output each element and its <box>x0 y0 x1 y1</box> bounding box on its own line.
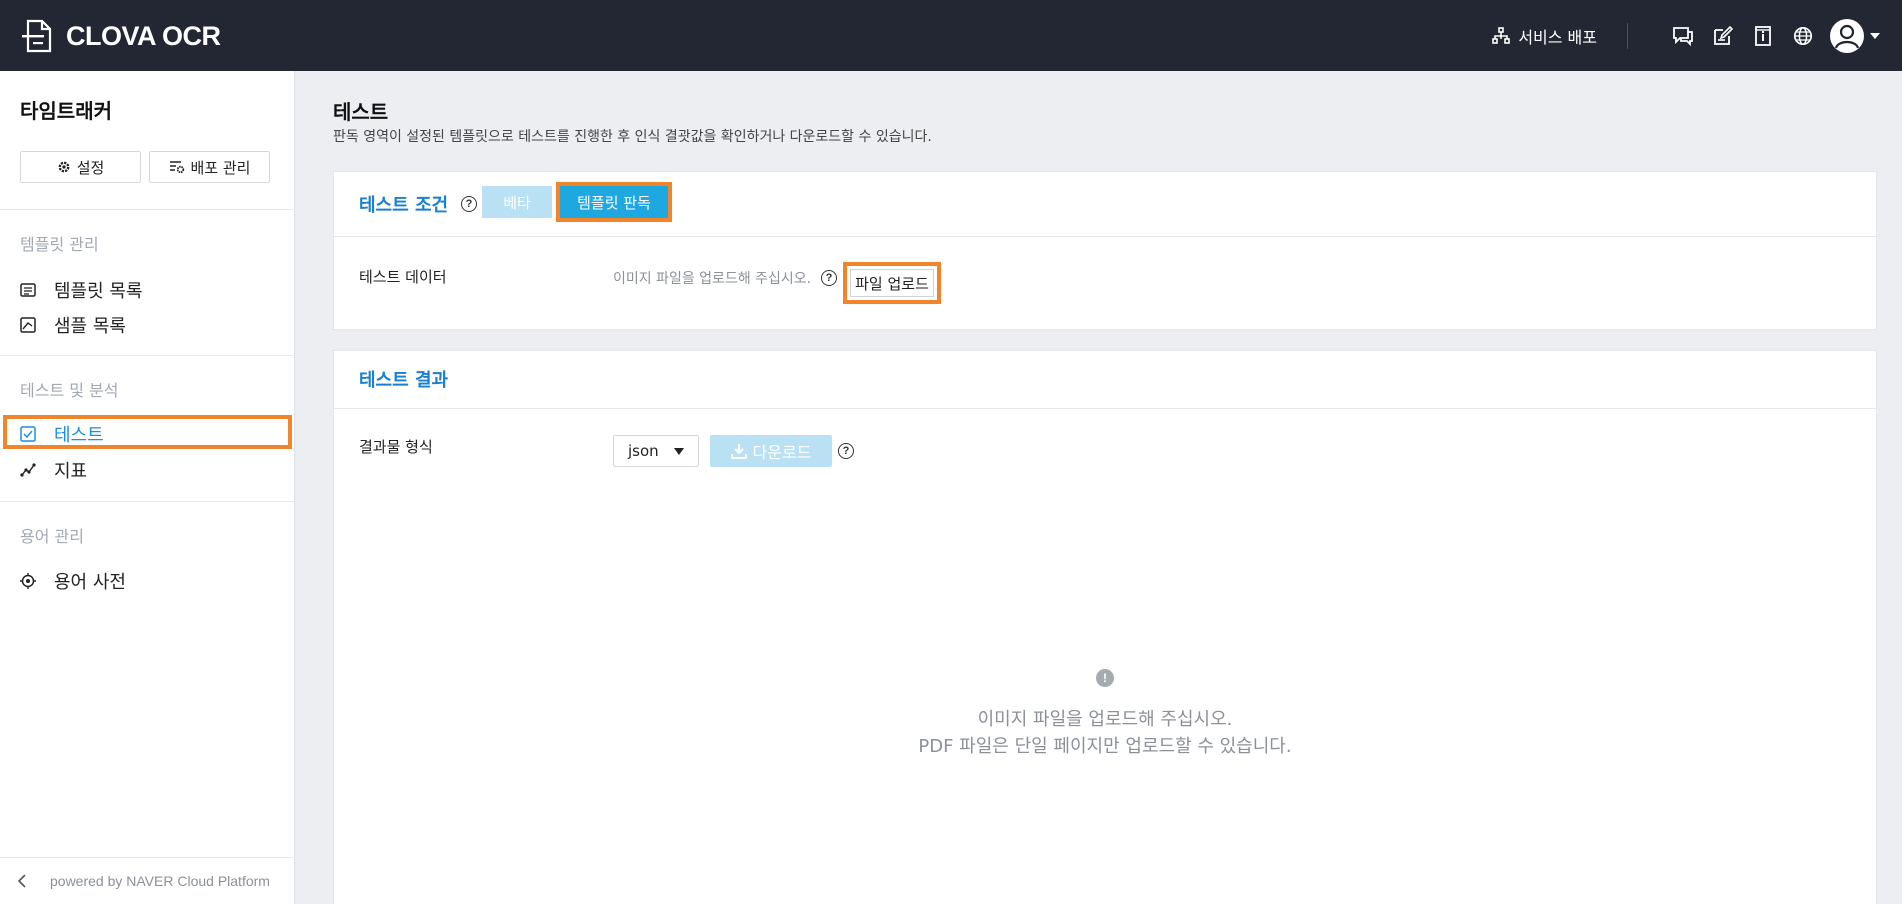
sidebar-divider <box>0 501 295 502</box>
service-deploy-label: 서비스 배포 <box>1518 27 1597 47</box>
empty-state-line2: PDF 파일은 단일 페이지만 업로드할 수 있습니다. <box>918 736 1292 757</box>
sidebar-item-label: 템플릿 목록 <box>54 281 143 302</box>
top-navigation-bar: CLOVA OCR 서비스 배포 <box>0 0 1902 71</box>
help-icon[interactable]: ? <box>838 443 854 459</box>
settings-button[interactable]: 설정 <box>20 151 141 183</box>
panel-header <box>334 351 1876 409</box>
download-label: 다운로드 <box>752 443 812 462</box>
section-test-analysis: 테스트 및 분석 <box>20 381 119 400</box>
empty-state-line1: 이미지 파일을 업로드해 주십시오. <box>977 709 1233 730</box>
edit-icon[interactable] <box>1712 25 1734 47</box>
sidebar-item-dictionary[interactable]: 용어 사전 <box>20 568 126 594</box>
user-avatar-icon <box>1830 18 1864 53</box>
result-format-select[interactable]: json <box>613 435 699 467</box>
test-conditions-title: 테스트 조건 <box>359 195 449 216</box>
deploy-manage-label: 배포 관리 <box>190 158 251 177</box>
download-button[interactable]: 다운로드 <box>710 435 832 467</box>
highlight-box-test <box>3 415 292 449</box>
list-settings-icon <box>169 161 184 174</box>
powered-by-text: powered by NAVER Cloud Platform <box>50 873 270 889</box>
brand[interactable]: CLOVA OCR <box>20 18 221 54</box>
user-menu[interactable] <box>1830 18 1880 53</box>
sidebar-item-metrics[interactable]: 지표 <box>20 457 87 483</box>
sidebar-item-label: 지표 <box>54 461 88 482</box>
highlight-box-template <box>556 182 672 222</box>
caret-down-icon <box>674 448 684 455</box>
project-title: 타임트래커 <box>20 99 112 123</box>
test-conditions-panel: 테스트 조건 ? 베타 템플릿 판독 테스트 데이터 이미지 파일을 업로드해 … <box>333 171 1877 330</box>
highlight-box-upload <box>843 262 941 304</box>
chat-icon[interactable] <box>1672 25 1694 47</box>
chevron-down-icon <box>1870 32 1880 39</box>
result-format-value: json <box>628 442 659 460</box>
brand-name: CLOVA OCR <box>66 20 221 51</box>
target-icon <box>20 573 36 589</box>
line-graph-icon <box>20 462 36 478</box>
document-list-icon <box>20 282 36 298</box>
sidebar-item-label: 용어 사전 <box>54 572 126 593</box>
test-data-label: 테스트 데이터 <box>359 268 447 286</box>
clova-ocr-logo-icon <box>22 19 52 53</box>
beta-toggle-button[interactable]: 베타 <box>482 186 552 218</box>
sidebar-divider <box>0 209 295 210</box>
download-icon <box>730 444 747 459</box>
gear-icon <box>58 161 70 173</box>
sidebar-footer: powered by NAVER Cloud Platform <box>0 857 295 904</box>
sidebar: 타임트래커 설정 배포 관리 템플릿 관리 템플릿 목록 샘플 목록 테스트 및… <box>0 71 295 904</box>
help-icon[interactable]: ? <box>461 196 477 212</box>
sidebar-item-label: 샘플 목록 <box>54 316 126 337</box>
sidebar-item-sample-list[interactable]: 샘플 목록 <box>20 312 126 338</box>
test-results-panel: 테스트 결과 결과물 형식 json 다운로드 ? <box>333 350 1877 904</box>
info-book-icon[interactable] <box>1752 25 1774 47</box>
sidebar-item-template-list[interactable]: 템플릿 목록 <box>20 277 143 303</box>
sidebar-divider <box>0 355 295 356</box>
page-title: 테스트 <box>333 100 389 124</box>
deploy-manage-button[interactable]: 배포 관리 <box>149 151 270 183</box>
section-term-manage: 용어 관리 <box>20 527 84 546</box>
section-template-manage: 템플릿 관리 <box>20 235 99 254</box>
header-divider <box>1627 22 1628 49</box>
service-deploy-button[interactable]: 서비스 배포 <box>1492 24 1597 48</box>
image-sample-icon <box>20 317 36 333</box>
test-results-title: 테스트 결과 <box>359 370 449 391</box>
settings-label: 설정 <box>76 158 105 177</box>
result-format-label: 결과물 형식 <box>359 438 433 456</box>
sitemap-icon <box>1492 26 1511 44</box>
upload-hint: 이미지 파일을 업로드해 주십시오. <box>613 271 812 287</box>
chevron-left-icon[interactable] <box>14 874 30 888</box>
globe-icon[interactable] <box>1792 25 1814 47</box>
info-icon: ! <box>1096 669 1114 687</box>
help-icon[interactable]: ? <box>821 270 837 286</box>
page-description: 판독 영역이 설정된 템플릿으로 테스트를 진행한 후 인식 결괏값을 확인하거… <box>333 129 932 145</box>
